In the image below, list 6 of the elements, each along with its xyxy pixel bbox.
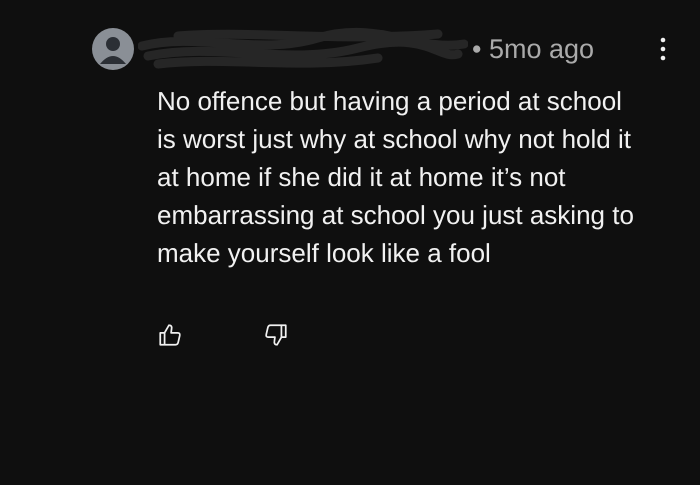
comment-timestamp: • 5mo ago (472, 34, 594, 64)
avatar-icon (92, 28, 134, 70)
comment-text: No offence but having a period at school is worst just why at school why not hold it at home if she did it at home it’s not embarrassing at school you just asking to make yourself look like a fool (157, 85, 635, 270)
more-menu-icon[interactable] (660, 37, 666, 61)
like-icon[interactable] (157, 322, 183, 348)
dislike-icon[interactable] (263, 322, 289, 348)
